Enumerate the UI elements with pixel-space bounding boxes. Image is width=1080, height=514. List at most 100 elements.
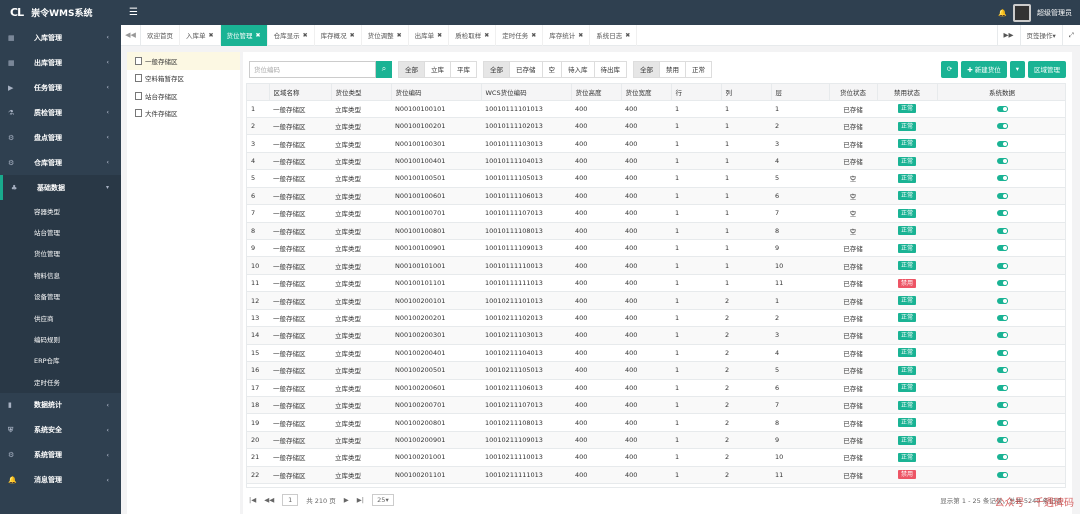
close-icon[interactable]: ✖	[625, 32, 630, 39]
sidebar-subitem[interactable]: 站台管理	[0, 221, 121, 242]
table-row[interactable]: 4 一般存储区 立库类型 N00100100401 10010111104013 400 4…	[247, 152, 1065, 171]
table-row[interactable]: 12 一般存储区 立库类型 N00100200101 10010211101013 400…	[247, 291, 1065, 310]
sidebar-subitem[interactable]: 设备管理	[0, 286, 121, 307]
column-header[interactable]: 禁用状态	[877, 84, 938, 101]
table-row[interactable]: 8 一般存储区 立库类型 N00100100801 10010111108013 400 4…	[247, 222, 1065, 241]
sidebar-item-6[interactable]: ♣ 基础数据 ▾	[0, 175, 121, 200]
tab-8[interactable]: 定时任务 ✖	[496, 24, 544, 46]
tab-9[interactable]: 库存统计 ✖	[543, 24, 591, 46]
toggle-switch[interactable]	[996, 437, 1008, 444]
filter-button[interactable]: 立库	[424, 60, 451, 78]
tree-node[interactable]: 一般存储区	[127, 52, 240, 70]
toggle-switch[interactable]	[996, 280, 1008, 287]
sidebar-subitem[interactable]: 货位管理	[0, 243, 121, 264]
search-input[interactable]: 货位编码	[249, 60, 376, 78]
column-header[interactable]: WCS货位编码	[481, 84, 572, 101]
column-header[interactable]: 系统数据	[937, 84, 1065, 101]
toggle-switch[interactable]	[996, 245, 1008, 252]
tab-0[interactable]: 欢迎首页	[141, 24, 180, 46]
user-name[interactable]: 超级管理员	[1037, 8, 1072, 18]
page-input[interactable]: 1	[282, 494, 299, 506]
column-header[interactable]: 货位高度	[571, 84, 622, 101]
toggle-switch[interactable]	[996, 454, 1008, 461]
table-row[interactable]: 2 一般存储区 立库类型 N00100100201 10010111102013 400 4…	[247, 117, 1065, 136]
table-row[interactable]: 17 一般存储区 立库类型 N00100200601 10010211106013 400…	[247, 379, 1065, 397]
table-row[interactable]: 10 一般存储区 立库类型 N00100101001 10010111110013 400…	[247, 256, 1065, 275]
tab-5[interactable]: 货位调整 ✖	[362, 24, 409, 46]
next-page-icon[interactable]: ▶	[344, 496, 349, 504]
toggle-switch[interactable]	[996, 262, 1008, 269]
filter-button[interactable]: 待入库	[561, 60, 595, 78]
toggle-switch[interactable]	[996, 349, 1008, 356]
table-row[interactable]: 22 一般存储区 立库类型 N00100201101 10010211111013 400…	[247, 466, 1065, 485]
sidebar-item-0[interactable]: ▦ 入库管理 ‹	[0, 25, 121, 50]
tab-6[interactable]: 出库单 ✖	[409, 24, 450, 46]
tab-1[interactable]: 入库单 ✖	[180, 24, 221, 46]
toggle-switch[interactable]	[996, 402, 1008, 409]
tree-node[interactable]: 空料箱暂存区	[127, 70, 240, 88]
toggle-switch[interactable]	[996, 227, 1008, 234]
sidebar-item-4[interactable]: ⚙ 盘点管理 ‹	[0, 125, 121, 150]
table-row[interactable]: 3 一般存储区 立库类型 N00100100301 10010111103013 400 4…	[247, 134, 1065, 153]
sidebar-subitem[interactable]: 编码规则	[0, 328, 121, 349]
new-location-dropdown-icon[interactable]: ▾	[1009, 60, 1025, 78]
filter-button[interactable]: 全部	[398, 60, 425, 78]
close-icon[interactable]: ✖	[350, 32, 355, 39]
table-row[interactable]: 14 一般存储区 立库类型 N00100200301 10010211103013 400…	[247, 326, 1065, 345]
first-page-icon[interactable]: |◀	[249, 496, 256, 504]
tab-2[interactable]: 货位管理 ✖	[220, 24, 268, 46]
table-row[interactable]: 6 一般存储区 立库类型 N00100100601 10010111106013 400 4…	[247, 187, 1065, 206]
toggle-switch[interactable]	[996, 123, 1008, 130]
table-row[interactable]: 18 一般存储区 立库类型 N00100200701 10010211107013 400…	[247, 396, 1065, 415]
toggle-switch[interactable]	[996, 332, 1008, 339]
toggle-switch[interactable]	[996, 210, 1008, 217]
filter-button[interactable]: 全部	[483, 60, 510, 78]
sidebar-item-2[interactable]: ▶ 任务管理 ‹	[0, 75, 121, 100]
toggle-switch[interactable]	[996, 175, 1008, 182]
table-row[interactable]: 13 一般存储区 立库类型 N00100200201 10010211102013 400…	[247, 309, 1065, 328]
column-header[interactable]: 行	[671, 84, 722, 101]
filter-button[interactable]: 正常	[685, 60, 712, 78]
column-header[interactable]: 货位宽度	[621, 84, 672, 101]
filter-button[interactable]: 空	[541, 60, 562, 78]
filter-button[interactable]: 已存储	[509, 60, 543, 78]
toggle-switch[interactable]	[996, 105, 1008, 112]
close-icon[interactable]: ✖	[397, 32, 402, 39]
hamburger-icon[interactable]: ☰	[129, 7, 138, 18]
close-icon[interactable]: ✖	[209, 32, 214, 39]
table-row[interactable]: 1 一般存储区 立库类型 N00100100101 10010111101013 400 4…	[247, 100, 1065, 118]
sidebar-subitem[interactable]: 物料信息	[0, 264, 121, 285]
toggle-switch[interactable]	[996, 419, 1008, 426]
avatar[interactable]	[1013, 3, 1031, 22]
table-row[interactable]: 9 一般存储区 立库类型 N00100100901 10010111109013 400 4…	[247, 239, 1065, 258]
prev-page-icon[interactable]: ◀◀	[264, 496, 274, 504]
close-icon[interactable]: ✖	[484, 32, 489, 39]
sidebar-item-3[interactable]: ⚗ 质检管理 ‹	[0, 100, 121, 125]
table-row[interactable]: 16 一般存储区 立库类型 N00100200501 10010211105013 400…	[247, 361, 1065, 380]
toggle-switch[interactable]	[996, 471, 1008, 478]
sidebar-subitem[interactable]: ERP仓库	[0, 350, 121, 371]
filter-button[interactable]: 禁用	[659, 60, 686, 78]
table-row[interactable]: 15 一般存储区 立库类型 N00100200401 10010211104013 400…	[247, 344, 1065, 363]
table-row[interactable]: 7 一般存储区 立库类型 N00100100701 10010111107013 400 4…	[247, 204, 1065, 223]
column-header[interactable]: 货位状态	[829, 84, 878, 101]
table-row[interactable]: 21 一般存储区 立库类型 N00100201001 10010211110013 400…	[247, 448, 1065, 467]
refresh-icon[interactable]: ⟳	[940, 60, 959, 78]
tab-7[interactable]: 质检取样 ✖	[449, 24, 497, 46]
column-header[interactable]: 货位类型	[331, 84, 392, 101]
column-header[interactable]: 区域名称	[269, 84, 332, 101]
tab-10[interactable]: 系统日志 ✖	[590, 24, 638, 46]
toggle-switch[interactable]	[996, 192, 1008, 199]
sidebar-bottom-item-3[interactable]: 🔔 消息管理 ‹	[0, 468, 121, 493]
sidebar-subitem[interactable]: 供应商	[0, 307, 121, 328]
toggle-switch[interactable]	[996, 140, 1008, 147]
toggle-switch[interactable]	[996, 384, 1008, 391]
tab-scroll-left-icon[interactable]: ◀◀	[121, 24, 141, 46]
toggle-switch[interactable]	[996, 297, 1008, 304]
tab-actions-dropdown[interactable]: 页签操作▾	[1019, 24, 1062, 46]
sidebar-bottom-item-1[interactable]: ⛨ 系统安全 ‹	[0, 418, 121, 443]
column-header[interactable]: 货位编码	[391, 84, 482, 101]
toggle-switch[interactable]	[996, 367, 1008, 374]
sidebar-bottom-item-0[interactable]: ▮ 数据统计 ‹	[0, 393, 121, 418]
page-size-select[interactable]: 25 ▾	[371, 494, 394, 506]
